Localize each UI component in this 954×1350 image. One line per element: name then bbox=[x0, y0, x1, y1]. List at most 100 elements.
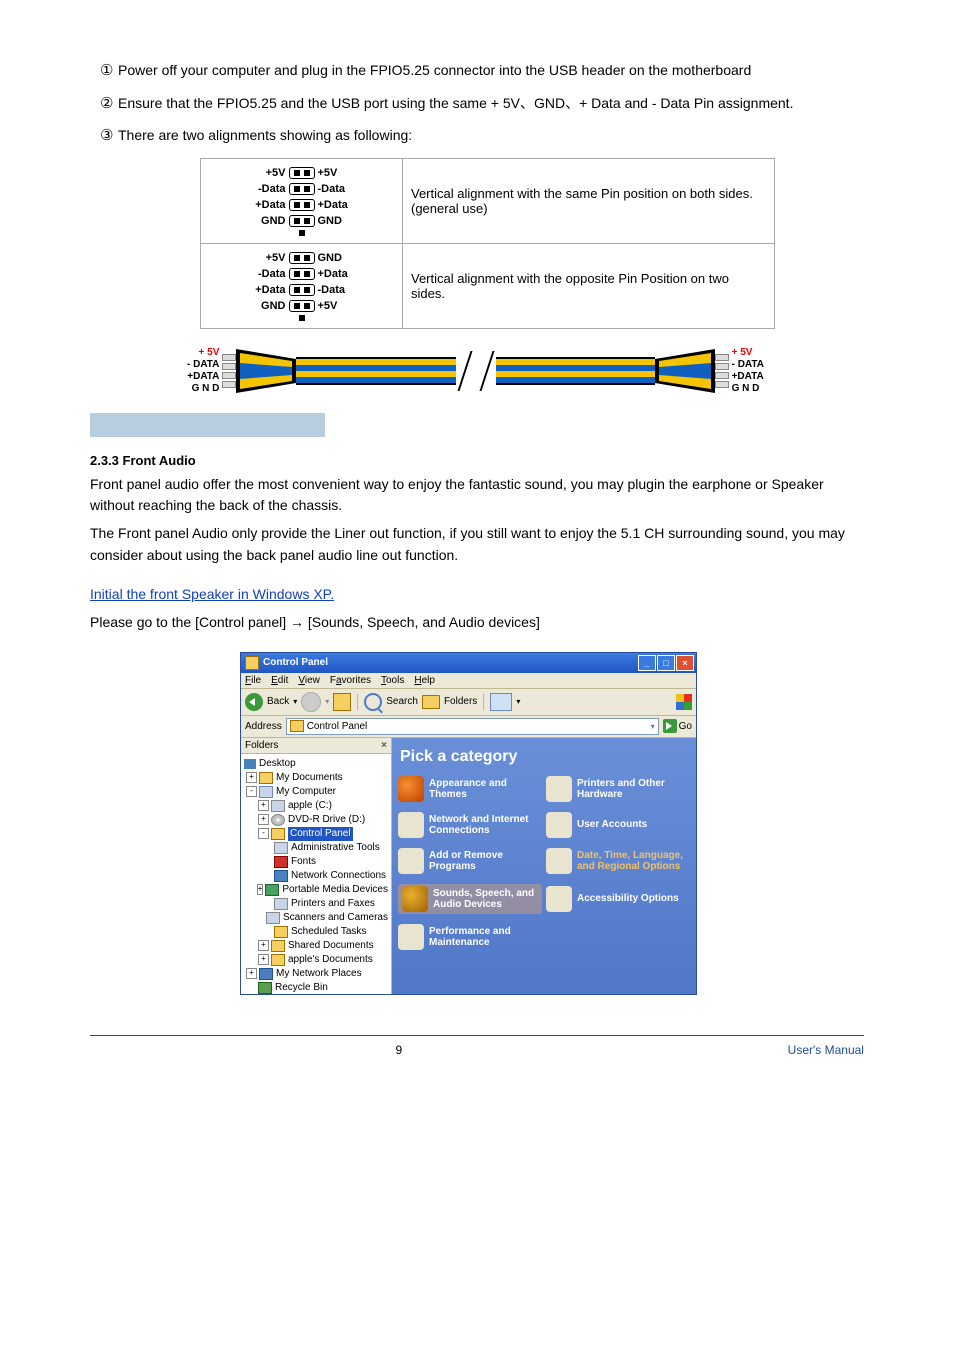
pin-label: GND bbox=[315, 215, 362, 227]
audio-link-heading: Initial the front Speaker in Windows XP. bbox=[90, 584, 864, 606]
cat-performance[interactable]: Performance and Maintenance bbox=[398, 924, 542, 950]
address-icon bbox=[290, 720, 304, 732]
manual-label: User's Manual bbox=[788, 1043, 864, 1057]
tree-expand-icon[interactable]: + bbox=[258, 800, 269, 811]
search-button-label[interactable]: Search bbox=[386, 696, 418, 707]
tree-printers[interactable]: Printers and Faxes bbox=[291, 897, 375, 911]
cat-sounds[interactable]: Sounds, Speech, and Audio Devices bbox=[398, 884, 542, 914]
cd-drive-icon bbox=[271, 814, 285, 826]
tree-desktop[interactable]: Desktop bbox=[259, 757, 296, 771]
menu-view[interactable]: View bbox=[298, 675, 320, 686]
pin-label: -Data bbox=[242, 183, 289, 195]
page-footer: 9 User's Manual bbox=[90, 1043, 864, 1057]
folders-pane-close[interactable]: × bbox=[381, 740, 387, 751]
folders-pane-title: Folders bbox=[245, 740, 278, 751]
pin-label: +5V bbox=[315, 300, 362, 312]
tree-drive-c[interactable]: apple (C:) bbox=[288, 799, 332, 813]
cat-appearance[interactable]: Appearance and Themes bbox=[398, 776, 542, 802]
tree-recycle[interactable]: Recycle Bin bbox=[275, 981, 328, 994]
menu-help[interactable]: Help bbox=[414, 675, 435, 686]
address-bar: Address Control Panel ▾ Go bbox=[241, 716, 696, 738]
windows-logo-icon bbox=[676, 694, 692, 710]
step-1-num: ① bbox=[100, 60, 118, 83]
menu-edit[interactable]: Edit bbox=[271, 675, 288, 686]
address-label: Address bbox=[245, 721, 282, 732]
toolbar: Back ▾ ▾ Search Folders ▾ bbox=[241, 689, 696, 716]
pin-label: GND bbox=[315, 252, 362, 264]
date-time-icon bbox=[546, 848, 572, 874]
window-title: Control Panel bbox=[263, 657, 328, 668]
control-panel-icon bbox=[245, 656, 259, 670]
cable-pin-label: - DATA bbox=[732, 359, 764, 371]
cable-pin-label: + 5V bbox=[187, 347, 219, 359]
tree-portable[interactable]: Portable Media Devices bbox=[282, 883, 388, 897]
tree-expand-icon[interactable]: + bbox=[258, 954, 269, 965]
network-connections-icon bbox=[274, 870, 288, 882]
folders-icon[interactable] bbox=[422, 695, 440, 709]
tree-mycomp[interactable]: My Computer bbox=[276, 785, 336, 799]
folder-icon bbox=[271, 940, 285, 952]
tree-expand-icon[interactable]: + bbox=[258, 814, 269, 825]
cat-accessibility[interactable]: Accessibility Options bbox=[546, 884, 690, 914]
maximize-button[interactable]: □ bbox=[657, 655, 675, 671]
views-button-icon[interactable] bbox=[490, 693, 512, 711]
tree-collapse-icon[interactable]: - bbox=[246, 786, 257, 797]
search-icon[interactable] bbox=[364, 693, 382, 711]
close-button[interactable]: × bbox=[676, 655, 694, 671]
cat-network[interactable]: Network and Internet Connections bbox=[398, 812, 542, 838]
admin-tools-icon bbox=[274, 842, 288, 854]
tree-expand-icon[interactable]: + bbox=[246, 772, 257, 783]
menu-bar: File Edit View Favorites Tools Help bbox=[241, 673, 696, 689]
pin-alignment-table: +5V +5V -Data -Data +Data +Data GND GND Vert… bbox=[200, 158, 775, 329]
install-steps: ① Power off your computer and plug in th… bbox=[100, 60, 864, 148]
pin-label: GND bbox=[242, 300, 289, 312]
tree-scanners[interactable]: Scanners and Cameras bbox=[283, 911, 388, 925]
folders-button-label[interactable]: Folders bbox=[444, 696, 477, 707]
forward-button-icon[interactable] bbox=[301, 692, 321, 712]
audio-paragraph-1: Front panel audio offer the most conveni… bbox=[90, 474, 864, 517]
tree-sched[interactable]: Scheduled Tasks bbox=[291, 925, 366, 939]
cable-pin-label: G N D bbox=[732, 383, 764, 395]
pin-label: +5V bbox=[242, 252, 289, 264]
go-button[interactable]: Go bbox=[663, 719, 692, 733]
tree-expand-icon[interactable]: + bbox=[257, 884, 264, 895]
menu-favorites[interactable]: Favorites bbox=[330, 675, 371, 686]
tree-netconn[interactable]: Network Connections bbox=[291, 869, 386, 883]
tree-dvd[interactable]: DVD-R Drive (D:) bbox=[288, 813, 365, 827]
cat-date-time[interactable]: Date, Time, Language, and Regional Optio… bbox=[546, 848, 690, 874]
window-titlebar[interactable]: Control Panel _ □ × bbox=[241, 653, 696, 673]
step-3-text: There are two alignments showing as foll… bbox=[118, 125, 864, 146]
menu-tools[interactable]: Tools bbox=[381, 675, 404, 686]
drive-icon bbox=[271, 800, 285, 812]
desktop-icon bbox=[244, 759, 256, 769]
tree-fonts[interactable]: Fonts bbox=[291, 855, 316, 869]
folders-pane: Folders × Desktop + My Documents - My Compu… bbox=[241, 738, 392, 994]
tree-collapse-icon[interactable]: - bbox=[258, 828, 269, 839]
tree-shared[interactable]: Shared Documents bbox=[288, 939, 374, 953]
pin-label: +Data bbox=[242, 199, 289, 211]
back-button-label[interactable]: Back bbox=[267, 696, 289, 707]
tree-netplaces[interactable]: My Network Places bbox=[276, 967, 362, 981]
tree-admin[interactable]: Administrative Tools bbox=[291, 841, 380, 855]
cable-pin-label: +DATA bbox=[187, 371, 219, 383]
pin-label: -Data bbox=[315, 183, 362, 195]
address-input[interactable]: Control Panel ▾ bbox=[286, 718, 659, 735]
pin-label: -Data bbox=[242, 268, 289, 280]
tree-mydocs[interactable]: My Documents bbox=[276, 771, 343, 785]
pin-label: +Data bbox=[315, 268, 362, 280]
menu-file[interactable]: File bbox=[245, 675, 261, 686]
pin-row-desc: Vertical alignment with the opposite Pin… bbox=[403, 243, 775, 328]
add-remove-icon bbox=[398, 848, 424, 874]
tree-expand-icon[interactable]: + bbox=[258, 940, 269, 951]
tree-appledocs[interactable]: apple's Documents bbox=[288, 953, 373, 967]
cat-users[interactable]: User Accounts bbox=[546, 812, 690, 838]
pin-label: +5V bbox=[315, 167, 362, 179]
cat-add-remove[interactable]: Add or Remove Programs bbox=[398, 848, 542, 874]
up-button-icon[interactable] bbox=[333, 693, 351, 711]
cat-printers[interactable]: Printers and Other Hardware bbox=[546, 776, 690, 802]
minimize-button[interactable]: _ bbox=[638, 655, 656, 671]
back-button-icon[interactable] bbox=[245, 693, 263, 711]
tree-expand-icon[interactable]: + bbox=[246, 968, 257, 979]
tree-control-panel[interactable]: Control Panel bbox=[288, 827, 353, 841]
folder-icon bbox=[271, 954, 285, 966]
